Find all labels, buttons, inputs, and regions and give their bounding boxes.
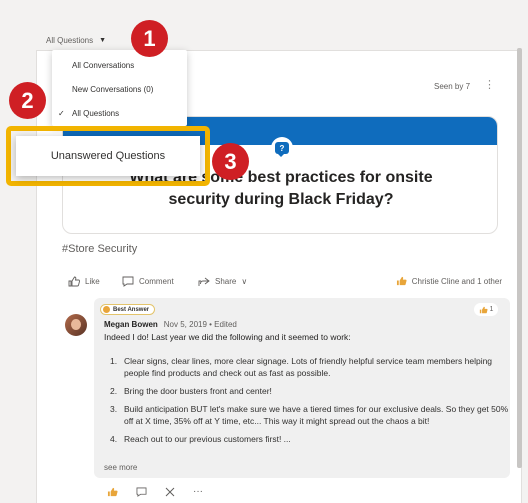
share-icon — [198, 277, 210, 286]
step-callout-1: 1 — [131, 20, 168, 57]
share-label: Share — [215, 277, 237, 286]
unanswered-label: Unanswered Questions — [50, 150, 166, 162]
step-callout-3: 3 — [212, 143, 249, 180]
answer-meta: Nov 5, 2019 • Edited — [163, 320, 237, 329]
comment-icon[interactable] — [136, 487, 147, 497]
list-item: 4. Reach out to our previous customers fi… — [110, 434, 291, 444]
scrollbar[interactable] — [517, 48, 522, 468]
medal-icon — [103, 306, 110, 313]
author-name[interactable]: Megan Bowen — [104, 320, 158, 329]
like-button[interactable]: Like — [68, 276, 100, 287]
answer-author-line: Megan Bowen Nov 5, 2019 • Edited — [104, 320, 237, 329]
reactions-summary[interactable]: Christie Cline and 1 other — [396, 276, 502, 286]
thumbs-up-filled-icon[interactable] — [107, 487, 118, 497]
best-answer-badge: Best Answer — [100, 304, 156, 315]
answer-action-bar: ··· — [107, 486, 203, 497]
like-label: Like — [85, 277, 100, 286]
see-more-link[interactable]: see more — [104, 463, 137, 472]
reacted-by-text: Christie Cline and 1 other — [411, 276, 502, 286]
topic-tag[interactable]: #Store Security — [62, 243, 137, 255]
chevron-down-icon: ▼ — [99, 37, 107, 44]
menu-item-all-questions[interactable]: All Questions — [58, 109, 119, 118]
more-options-icon[interactable]: ··· — [193, 486, 203, 497]
answer-like-count[interactable]: 1 — [474, 303, 498, 316]
menu-item-all-conversations[interactable]: All Conversations — [72, 61, 134, 70]
menu-item-new-conversations[interactable]: New Conversations (0) — [72, 85, 153, 94]
answer-lead-text: Indeed I do! Last year we did the follow… — [104, 332, 351, 342]
list-item: 2. Bring the door busters front and cente… — [110, 386, 272, 396]
thumbs-up-filled-icon — [479, 306, 488, 313]
menu-item-unanswered-questions[interactable]: Unanswered Questions — [16, 136, 200, 176]
list-item: 1. Clear signs, clear lines, more clear s… — [110, 356, 493, 378]
thumbs-up-icon — [68, 276, 80, 287]
step-callout-2: 2 — [9, 82, 46, 119]
best-answer-label: Best Answer — [113, 306, 150, 313]
answer-list: 1. Clear signs, clear lines, more clear s… — [110, 355, 510, 451]
chevron-down-icon: ∨ — [241, 277, 248, 286]
avatar[interactable] — [65, 314, 87, 336]
more-options-icon[interactable]: ⋮ — [484, 78, 495, 91]
question-bubble-icon: ? — [271, 137, 293, 159]
comment-label: Comment — [139, 277, 174, 286]
share-button[interactable]: Share ∨ — [198, 276, 247, 287]
seen-by-count[interactable]: Seen by 7 — [434, 82, 470, 91]
list-item: 3. Build anticipation BUT let's make sure… — [110, 404, 509, 426]
comment-button[interactable]: Comment — [122, 276, 174, 287]
filter-dropdown[interactable]: All Questions ▼ — [46, 36, 106, 45]
post-action-bar: Like Comment Share ∨ Christie Cline and … — [62, 276, 502, 290]
like-count: 1 — [489, 306, 494, 313]
comment-icon — [122, 276, 134, 287]
close-icon[interactable] — [165, 487, 175, 497]
thumbs-up-filled-icon — [396, 276, 407, 286]
filter-menu: All Conversations New Conversations (0) … — [52, 50, 187, 126]
filter-label: All Questions — [46, 36, 94, 45]
